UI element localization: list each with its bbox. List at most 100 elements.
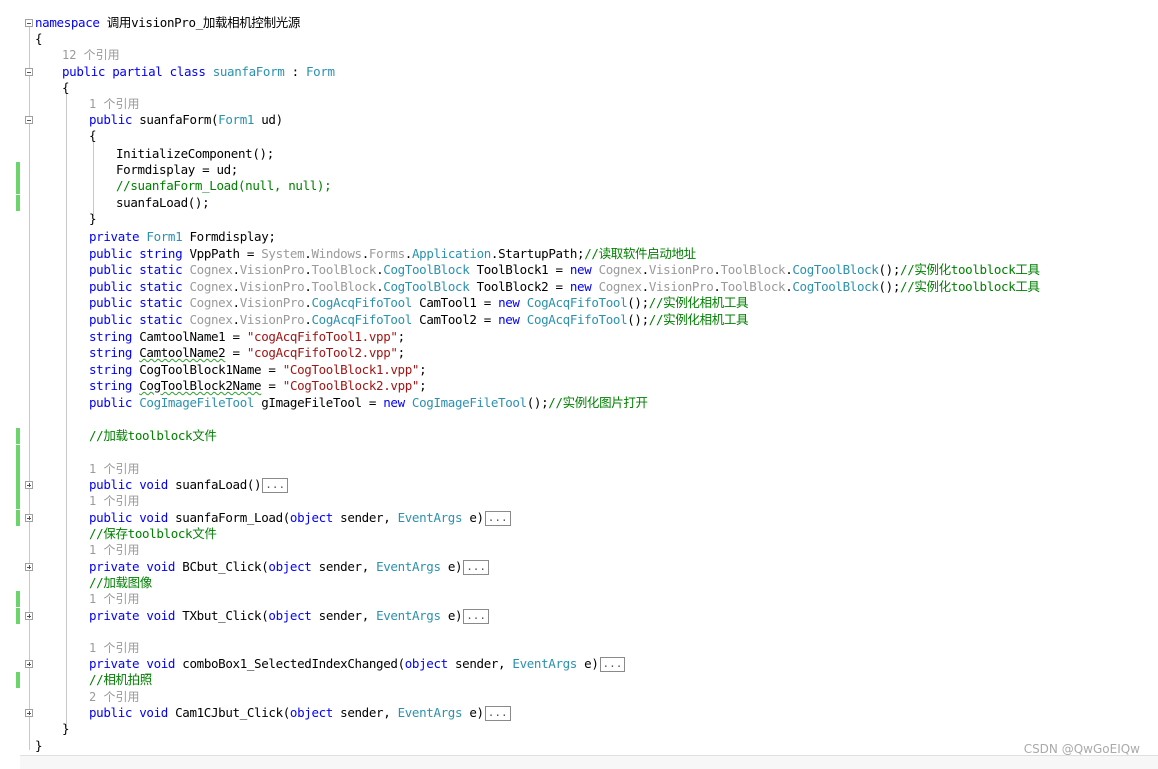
code-token: new: [569, 279, 599, 294]
code-line[interactable]: public void suanfaForm_Load(object sende…: [0, 510, 1158, 526]
code-token: "cogAcqFifoTool1.vpp": [246, 329, 398, 344]
code-token: EventArgs: [397, 510, 463, 525]
change-indicator: [16, 162, 20, 178]
code-token: //实例化图片打开: [548, 395, 648, 410]
code-line[interactable]: public void suanfaLoad()...: [0, 477, 1158, 493]
code-line[interactable]: InitializeComponent();: [0, 146, 1158, 162]
code-line[interactable]: string CogToolBlock2Name = "CogToolBlock…: [0, 378, 1158, 394]
code-text: }: [62, 721, 70, 737]
reference-count-codelens[interactable]: 1 个引用: [89, 640, 139, 656]
code-line[interactable]: //相机拍照: [0, 672, 1158, 688]
code-token: ToolBlock: [720, 262, 786, 277]
collapsed-region-button[interactable]: ...: [599, 657, 626, 672]
code-line[interactable]: 1 个引用: [0, 461, 1158, 477]
code-token: CogImageFileTool: [139, 395, 255, 410]
expand-icon[interactable]: [25, 660, 33, 668]
code-line[interactable]: //suanfaForm_Load(null, null);: [0, 178, 1158, 194]
reference-count-codelens[interactable]: 1 个引用: [89, 493, 139, 509]
code-line[interactable]: private void BCbut_Click(object sender, …: [0, 559, 1158, 575]
code-text: suanfaLoad();: [116, 195, 210, 211]
code-token: }: [35, 738, 43, 753]
code-line[interactable]: string CamtoolName2 = "cogAcqFifoTool2.v…: [0, 345, 1158, 361]
reference-count-codelens[interactable]: 1 个引用: [89, 96, 139, 112]
collapse-icon[interactable]: [25, 19, 33, 27]
code-token: .: [304, 279, 312, 294]
code-line[interactable]: 1 个引用: [0, 493, 1158, 509]
code-line[interactable]: 1 个引用: [0, 96, 1158, 112]
code-line[interactable]: 1 个引用: [0, 591, 1158, 607]
expand-icon[interactable]: [25, 514, 33, 522]
collapsed-region-button[interactable]: ...: [463, 560, 490, 575]
code-line[interactable]: private void TXbut_Click(object sender, …: [0, 608, 1158, 624]
code-line[interactable]: //保存toolblock文件: [0, 526, 1158, 542]
code-token: suanfaLoad(): [175, 477, 262, 492]
code-token: :: [284, 64, 306, 79]
code-line[interactable]: {: [0, 31, 1158, 47]
code-line[interactable]: private void comboBox1_SelectedIndexChan…: [0, 656, 1158, 672]
code-line[interactable]: public suanfaForm(Form1 ud): [0, 112, 1158, 128]
code-token: Cognex: [598, 279, 642, 294]
code-line[interactable]: [0, 445, 1158, 461]
expand-icon[interactable]: [25, 709, 33, 717]
code-line[interactable]: }: [0, 738, 1158, 754]
editor-horizontal-scrollbar[interactable]: [20, 755, 1158, 769]
code-token: {: [62, 80, 70, 95]
code-token: .: [232, 279, 241, 294]
reference-count-codelens[interactable]: 2 个引用: [89, 689, 139, 705]
code-line[interactable]: namespace 调用visionPro_加载相机控制光源: [0, 15, 1158, 31]
code-token: EventArgs: [376, 559, 441, 574]
reference-count-codelens[interactable]: 12 个引用: [62, 47, 120, 63]
collapsed-region-button[interactable]: ...: [484, 706, 511, 721]
collapsed-region-button[interactable]: ...: [484, 511, 511, 526]
code-line[interactable]: 12 个引用: [0, 47, 1158, 63]
code-token: CogToolBlock: [792, 279, 879, 294]
expand-icon[interactable]: [25, 563, 33, 571]
code-line[interactable]: 2 个引用: [0, 689, 1158, 705]
reference-count-codelens[interactable]: 1 个引用: [89, 591, 139, 607]
code-line[interactable]: public void Cam1CJbut_Click(object sende…: [0, 705, 1158, 721]
code-line[interactable]: Formdisplay = ud;: [0, 162, 1158, 178]
code-line[interactable]: string CogToolBlock1Name = "CogToolBlock…: [0, 362, 1158, 378]
collapsed-region-button[interactable]: ...: [463, 609, 490, 624]
code-token: ();: [526, 395, 549, 410]
code-line[interactable]: public partial class suanfaForm : Form: [0, 64, 1158, 80]
code-line[interactable]: //加载toolblock文件: [0, 428, 1158, 444]
code-token: =: [225, 345, 247, 360]
code-line[interactable]: public string VppPath = System.Windows.F…: [0, 246, 1158, 262]
collapse-icon[interactable]: [25, 116, 33, 124]
code-line[interactable]: }: [0, 211, 1158, 227]
code-line[interactable]: suanfaLoad();: [0, 195, 1158, 211]
code-editor[interactable]: namespace 调用visionPro_加载相机控制光源{12 个引用 pub…: [0, 0, 1158, 756]
code-token: CogToolBlock1Name =: [139, 362, 283, 377]
code-text: {: [62, 80, 70, 96]
code-line[interactable]: public static Cognex.VisionPro.CogAcqFif…: [0, 295, 1158, 311]
code-line[interactable]: {: [0, 80, 1158, 96]
reference-count-codelens[interactable]: 1 个引用: [89, 461, 139, 477]
expand-icon[interactable]: [25, 481, 33, 489]
code-line[interactable]: //加载图像: [0, 575, 1158, 591]
collapsed-region-button[interactable]: ...: [262, 478, 289, 493]
code-token: //suanfaForm_Load(null, null);: [116, 178, 332, 193]
code-token: =: [261, 378, 283, 393]
code-line[interactable]: public static Cognex.VisionPro.CogAcqFif…: [0, 312, 1158, 328]
code-line[interactable]: public CogImageFileTool gImageFileTool =…: [0, 395, 1158, 411]
code-line[interactable]: 1 个引用: [0, 542, 1158, 558]
code-token: private void: [89, 608, 183, 623]
code-token: CogToolBlock: [792, 262, 879, 277]
collapse-icon[interactable]: [25, 68, 33, 76]
code-token: public void: [89, 705, 176, 720]
code-line[interactable]: public static Cognex.VisionPro.ToolBlock…: [0, 279, 1158, 295]
reference-count-codelens[interactable]: 1 个引用: [89, 542, 139, 558]
change-indicator: [16, 608, 20, 624]
code-text: public static Cognex.VisionPro.ToolBlock…: [89, 262, 1040, 278]
code-line[interactable]: }: [0, 721, 1158, 737]
code-line[interactable]: 1 个引用: [0, 640, 1158, 656]
code-token: ud): [254, 112, 283, 127]
expand-icon[interactable]: [25, 612, 33, 620]
code-line[interactable]: private Form1 Formdisplay;: [0, 229, 1158, 245]
code-token: string: [89, 362, 140, 377]
code-line[interactable]: public static Cognex.VisionPro.ToolBlock…: [0, 262, 1158, 278]
code-line[interactable]: string CamtoolName1 = "cogAcqFifoTool1.v…: [0, 329, 1158, 345]
change-indicator: [16, 591, 20, 607]
code-line[interactable]: {: [0, 128, 1158, 144]
